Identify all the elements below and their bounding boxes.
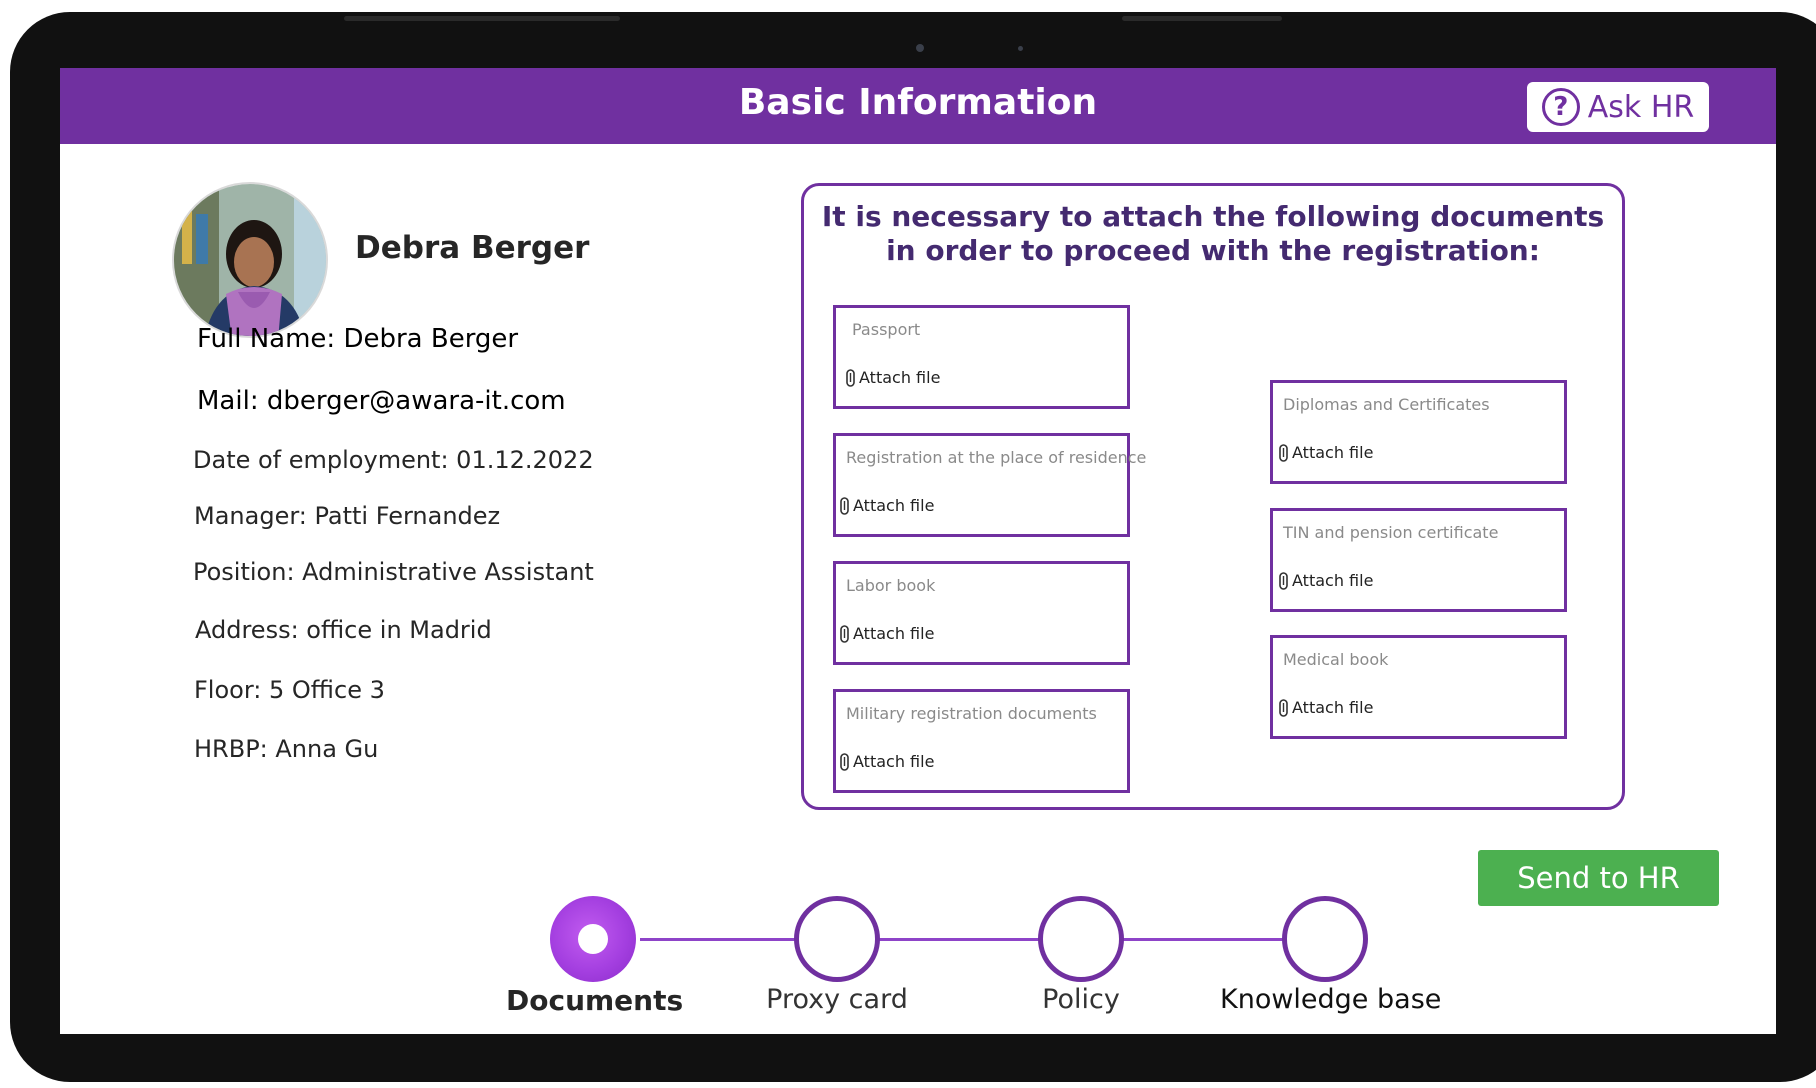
doc-label: Medical book <box>1283 650 1389 669</box>
hrbp-text: HRBP: Anna Gu <box>194 735 379 763</box>
attach-file-label: Attach file <box>853 752 935 771</box>
step-proxy-card-label[interactable]: Proxy card <box>750 984 924 1015</box>
avatar <box>172 182 328 338</box>
doc-label: Diplomas and Certificates <box>1283 395 1490 414</box>
header-bar: Basic Information ? Ask HR <box>60 68 1776 144</box>
profile-name: Debra Berger <box>355 230 590 266</box>
step-documents-circle[interactable] <box>550 896 636 982</box>
doc-military-registration[interactable]: Military registration documents Attach f… <box>833 689 1130 793</box>
page-title: Basic Information <box>738 82 1098 123</box>
attach-file-button[interactable]: Attach file <box>840 752 934 771</box>
position-text: Position: Administrative Assistant <box>193 558 594 586</box>
attach-file-button[interactable]: Attach file <box>840 624 934 643</box>
ask-hr-button[interactable]: ? Ask HR <box>1527 82 1709 132</box>
mail-text: Mail: dberger@awara-it.com <box>197 386 566 416</box>
attach-file-label: Attach file <box>853 496 935 515</box>
attach-file-button[interactable]: Attach file <box>1279 698 1373 717</box>
device-button <box>344 16 620 21</box>
sensor-icon <box>1018 46 1023 51</box>
address-text: Address: office in Madrid <box>195 616 492 644</box>
help-question-icon: ? <box>1541 88 1580 126</box>
device-button <box>1122 16 1282 21</box>
step-knowledge-base-label[interactable]: Knowledge base <box>1220 984 1441 1015</box>
step-documents-label[interactable]: Documents <box>506 984 683 1017</box>
app-screen: Basic Information ? Ask HR Debra Berger … <box>60 68 1776 1034</box>
paperclip-icon <box>840 624 849 643</box>
doc-label: Military registration documents <box>846 704 1097 723</box>
paperclip-icon <box>1279 698 1288 717</box>
doc-label: Passport <box>852 320 921 339</box>
ask-hr-label: Ask HR <box>1587 89 1695 125</box>
full-name-text: Full Name: Debra Berger <box>197 324 519 354</box>
doc-label: Registration at the place of residence <box>846 448 1147 467</box>
doc-diplomas-certificates[interactable]: Diplomas and Certificates Attach file <box>1270 380 1567 484</box>
paperclip-icon <box>840 752 849 771</box>
doc-passport[interactable]: Passport Attach file <box>833 305 1130 409</box>
manager-text: Manager: Patti Fernandez <box>194 502 501 530</box>
profile-photo <box>174 184 326 336</box>
doc-registration-residence[interactable]: Registration at the place of residence A… <box>833 433 1146 537</box>
camera-icon <box>916 44 924 52</box>
attach-file-label: Attach file <box>1292 698 1374 717</box>
step-policy-label[interactable]: Policy <box>994 984 1168 1015</box>
doc-label: TIN and pension certificate <box>1283 523 1499 542</box>
step-policy-circle[interactable] <box>1038 896 1124 982</box>
active-dot <box>578 924 608 954</box>
paperclip-icon <box>840 496 849 515</box>
stepper-line <box>640 938 1360 941</box>
attach-file-label: Attach file <box>853 624 935 643</box>
doc-label: Labor book <box>846 576 936 595</box>
attach-file-label: Attach file <box>1292 571 1374 590</box>
attach-file-label: Attach file <box>1292 443 1374 462</box>
attach-file-button[interactable]: Attach file <box>840 496 934 515</box>
doc-medical-book[interactable]: Medical book Attach file <box>1270 635 1567 739</box>
paperclip-icon <box>1279 571 1288 590</box>
documents-panel: It is necessary to attach the following … <box>801 183 1625 810</box>
attach-file-label: Attach file <box>859 368 941 387</box>
attach-file-button[interactable]: Attach file <box>1279 443 1373 462</box>
step-knowledge-base-circle[interactable] <box>1282 896 1368 982</box>
documents-instruction: It is necessary to attach the following … <box>821 200 1605 267</box>
attach-file-button[interactable]: Attach file <box>1279 571 1373 590</box>
paperclip-icon <box>846 368 855 387</box>
send-to-hr-button[interactable]: Send to HR <box>1478 850 1719 906</box>
attach-file-button[interactable]: Attach file <box>846 368 940 387</box>
paperclip-icon <box>1279 443 1288 462</box>
doc-tin-pension[interactable]: TIN and pension certificate Attach file <box>1270 508 1567 612</box>
step-proxy-card-circle[interactable] <box>794 896 880 982</box>
date-of-employment-text: Date of employment: 01.12.2022 <box>193 446 594 474</box>
doc-labor-book[interactable]: Labor book Attach file <box>833 561 1130 665</box>
floor-text: Floor: 5 Office 3 <box>194 676 385 704</box>
